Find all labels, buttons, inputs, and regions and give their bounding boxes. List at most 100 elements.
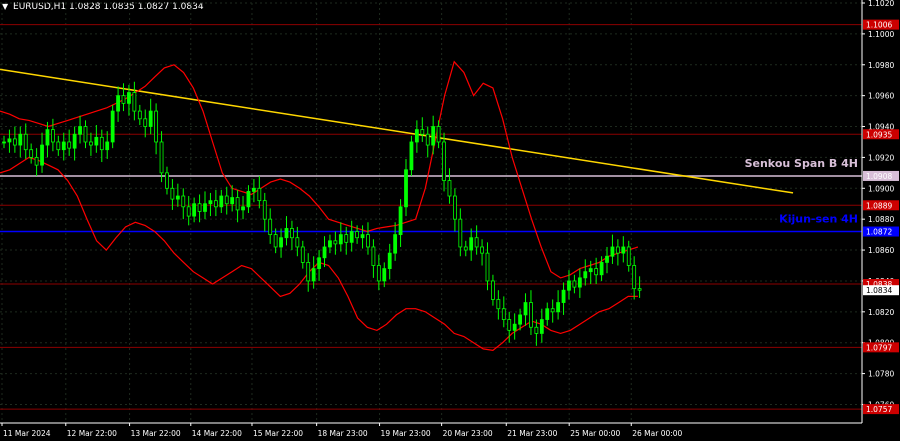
candle	[344, 234, 349, 243]
candle	[501, 308, 506, 320]
candle	[523, 302, 528, 316]
candle	[599, 262, 604, 276]
level-price-label: 1.0797	[866, 343, 892, 352]
y-tick-label: 1.0900	[868, 184, 894, 193]
level-annotation: Kijun-sen 4H	[779, 213, 858, 226]
x-tick-label: 19 Mar 23:00	[381, 429, 431, 438]
candle	[121, 95, 126, 104]
candle	[40, 144, 44, 166]
x-tick-label: 14 Mar 22:00	[192, 429, 242, 438]
candle	[545, 308, 550, 320]
candle	[290, 228, 294, 239]
candle	[203, 203, 207, 212]
level-price-label: 1.0889	[866, 201, 892, 210]
candle	[518, 314, 522, 325]
candle	[116, 95, 120, 112]
candle	[50, 129, 55, 143]
candle	[512, 323, 517, 331]
candle	[12, 138, 17, 146]
candle	[224, 195, 229, 205]
x-tick-label: 26 Mar 00:00	[632, 429, 682, 438]
candle	[89, 141, 93, 146]
candle	[181, 195, 186, 208]
candle	[626, 246, 631, 266]
x-tick-label: 18 Mar 23:00	[318, 429, 368, 438]
x-tick-label: 13 Mar 22:00	[131, 429, 181, 438]
candle	[251, 187, 256, 192]
candle	[366, 234, 370, 248]
candle	[632, 265, 637, 290]
candle	[577, 277, 582, 288]
candle	[257, 187, 262, 202]
y-tick-label: 1.0920	[868, 153, 894, 162]
current-price-label: 1.0834	[866, 286, 892, 295]
candle	[99, 136, 104, 151]
candle	[246, 190, 251, 208]
level-price-label: 1.0757	[866, 405, 892, 414]
candle	[279, 237, 283, 248]
candle	[273, 234, 278, 248]
level-price-label: 1.0935	[866, 130, 892, 139]
x-tick-label: 25 Mar 00:00	[570, 429, 620, 438]
candle	[175, 195, 180, 200]
x-tick-label: 20 Mar 23:00	[443, 429, 493, 438]
y-tick-label: 1.0860	[868, 246, 894, 255]
candle	[268, 218, 273, 236]
candle	[431, 126, 436, 146]
candle	[333, 240, 338, 245]
candle	[262, 200, 267, 220]
candle	[197, 203, 202, 212]
candle	[235, 197, 240, 211]
candle	[67, 141, 72, 149]
candle	[159, 141, 164, 174]
candle	[496, 299, 501, 310]
candle	[420, 129, 425, 135]
candle	[480, 246, 484, 254]
candle	[219, 195, 224, 208]
candle	[447, 180, 452, 197]
y-tick-label: 1.0780	[868, 370, 894, 379]
x-tick-label: 11 Mar 2024	[3, 429, 51, 438]
candle	[105, 141, 110, 151]
candle	[371, 246, 376, 266]
trendline[interactable]	[0, 68, 794, 194]
candle	[18, 133, 23, 146]
candle	[137, 110, 142, 120]
candle	[355, 231, 360, 239]
candle	[534, 326, 539, 334]
level-price-label: 1.0908	[866, 172, 892, 181]
y-tick-label: 1.0980	[868, 61, 894, 70]
candle	[300, 246, 305, 263]
candle	[583, 271, 588, 279]
candle	[414, 129, 419, 143]
candle	[539, 319, 544, 334]
candle	[637, 288, 642, 291]
candle	[436, 126, 441, 143]
candle	[132, 92, 137, 112]
level-annotation: Senkou Span B 4H	[745, 157, 858, 170]
candle	[306, 262, 311, 282]
candle	[442, 141, 446, 181]
candle	[393, 234, 398, 254]
candle	[360, 234, 365, 239]
candle	[295, 237, 300, 248]
candle	[556, 302, 561, 313]
y-tick-label: 1.0820	[868, 308, 894, 317]
candle	[143, 118, 148, 127]
candle	[192, 203, 197, 217]
y-tick-label: 1.1000	[868, 30, 894, 39]
candle	[94, 136, 99, 146]
candle	[78, 126, 82, 135]
candle	[349, 231, 354, 243]
candle	[127, 92, 131, 104]
candle	[72, 133, 77, 149]
candle	[382, 268, 387, 282]
candle	[507, 319, 512, 331]
candle	[474, 237, 479, 248]
x-tick-label: 15 Mar 22:00	[253, 429, 303, 438]
candle	[110, 110, 115, 143]
candle	[317, 257, 321, 269]
y-tick-label: 1.0880	[868, 215, 894, 224]
candle	[165, 172, 169, 189]
price-chart[interactable]: Senkou Span B 4H Kijun-sen 4H 1.1020 1.1000…	[0, 0, 900, 441]
